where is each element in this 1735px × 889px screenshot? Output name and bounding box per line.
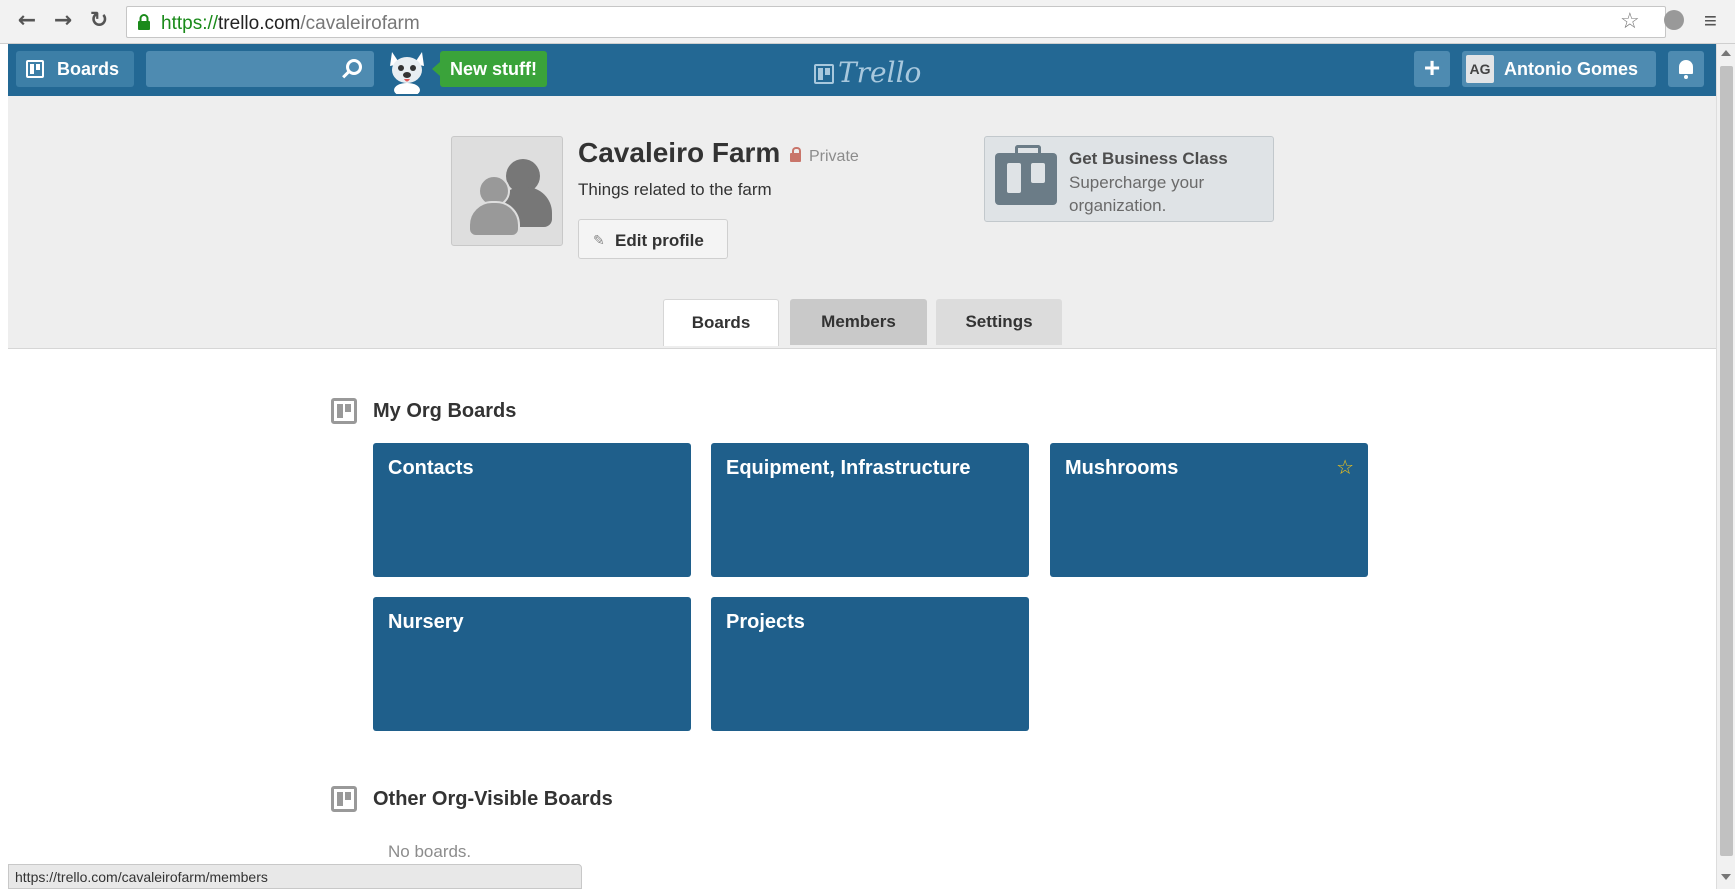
board-tile-contacts[interactable]: Contacts (373, 443, 691, 577)
browser-menu-icon[interactable]: ≡ (1704, 8, 1717, 34)
taco-mascot-icon[interactable] (384, 48, 430, 94)
board-tile-equipment[interactable]: Equipment, Infrastructure (711, 443, 1029, 577)
url-text: https://trello.com/cavaleirofarm (161, 13, 420, 35)
board-tile-mushrooms[interactable]: Mushrooms ☆ (1050, 443, 1368, 577)
browser-toolbar: ← → ↻ https://trello.com/cavaleirofarm ☆… (0, 0, 1735, 44)
add-button[interactable]: + (1414, 51, 1450, 87)
tab-boards[interactable]: Boards (663, 299, 779, 346)
business-class-subtitle: Supercharge your organization. (1069, 173, 1205, 215)
url-scheme: https:// (161, 13, 219, 34)
extension-icon[interactable] (1664, 10, 1684, 30)
board-name: Mushrooms (1065, 457, 1179, 479)
forward-icon[interactable]: → (50, 8, 76, 34)
org-logo (451, 136, 563, 246)
header-search-input[interactable] (146, 51, 374, 87)
search-icon[interactable] (346, 59, 362, 75)
reload-icon[interactable]: ↻ (86, 8, 112, 34)
business-class-title: Get Business Class (1069, 149, 1228, 168)
board-tile-nursery[interactable]: Nursery (373, 597, 691, 731)
notifications-button[interactable] (1668, 51, 1704, 87)
new-stuff-button[interactable]: New stuff! (432, 51, 547, 87)
header-boards-button[interactable]: Boards (16, 51, 134, 87)
tab-settings[interactable]: Settings (936, 299, 1062, 345)
star-icon[interactable]: ☆ (1336, 455, 1354, 479)
my-org-boards-title: My Org Boards (373, 400, 517, 422)
pencil-icon: ✎ (593, 233, 605, 249)
bookmark-star-icon[interactable]: ☆ (1620, 8, 1640, 34)
other-boards-section-icon (331, 786, 357, 812)
board-name: Nursery (388, 611, 464, 633)
briefcase-detail-right (1031, 163, 1045, 183)
boards-section-icon (331, 398, 357, 424)
board-tile-projects[interactable]: Projects (711, 597, 1029, 731)
scroll-down-icon[interactable] (1721, 874, 1731, 880)
scrollbar-thumb[interactable] (1720, 66, 1733, 856)
boards-icon (26, 60, 44, 78)
bell-icon (1679, 60, 1693, 79)
avatar: AG (1466, 55, 1494, 83)
trello-logo-text: Trello (838, 56, 922, 89)
org-header: Cavaleiro Farm Private Things related to… (8, 96, 1716, 349)
member-menu-button[interactable]: AG Antonio Gomes (1462, 51, 1656, 87)
url-host: trello.com (218, 13, 301, 34)
board-name: Contacts (388, 457, 474, 479)
scroll-up-icon[interactable] (1721, 50, 1731, 56)
page-scrollbar[interactable] (1716, 44, 1735, 889)
no-boards-text: No boards. (388, 842, 472, 861)
business-class-promo[interactable]: Get Business Class Supercharge your orga… (984, 136, 1274, 222)
edit-profile-button[interactable]: ✎ Edit profile (578, 219, 728, 259)
board-name: Equipment, Infrastructure (726, 457, 971, 479)
other-org-boards-title: Other Org-Visible Boards (373, 788, 613, 810)
link-status-bubble: https://trello.com/cavaleirofarm/members (8, 864, 582, 889)
tab-members[interactable]: Members (790, 299, 927, 345)
address-bar[interactable]: https://trello.com/cavaleirofarm (126, 6, 1666, 38)
url-path: /cavaleirofarm (300, 13, 420, 34)
secure-lock-icon (138, 14, 150, 30)
org-name: Cavaleiro Farm (578, 137, 781, 168)
org-logo-person-front-body (468, 201, 520, 237)
visibility-badge: Private (790, 147, 859, 166)
edit-profile-label: Edit profile (615, 231, 704, 250)
trello-logo-icon (814, 64, 834, 84)
briefcase-detail-left (1007, 163, 1021, 193)
org-description: Things related to the farm (578, 180, 772, 199)
back-icon[interactable]: ← (14, 8, 40, 34)
visibility-label: Private (809, 148, 859, 165)
trello-header: Boards New stuff! Trello + AG Antonio Go… (8, 44, 1716, 96)
trello-logo[interactable]: Trello (814, 56, 921, 89)
member-name: Antonio Gomes (1504, 59, 1638, 79)
board-name: Projects (726, 611, 805, 633)
lock-icon (790, 147, 801, 162)
briefcase-icon (995, 145, 1057, 205)
header-boards-label: Boards (57, 59, 120, 79)
